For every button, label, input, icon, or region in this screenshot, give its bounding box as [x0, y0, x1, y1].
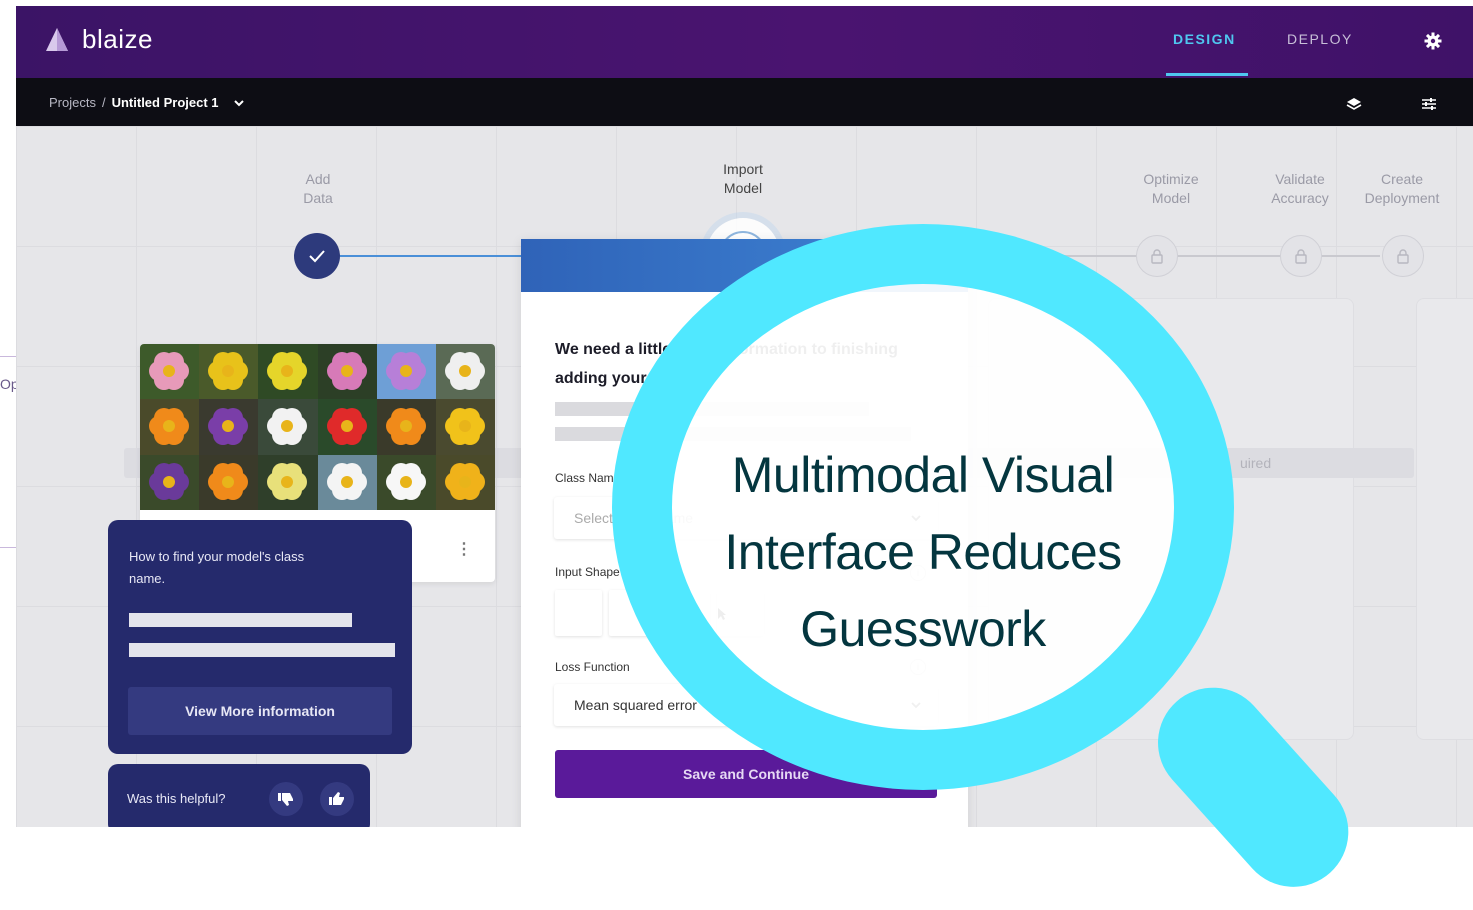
flower-thumbnail — [435, 399, 495, 455]
logo-text: blaize — [82, 24, 153, 54]
step-label-line: Model — [1151, 190, 1191, 206]
flower-thumbnail — [435, 344, 495, 400]
flower-thumbnail — [258, 454, 318, 510]
check-icon — [309, 250, 325, 263]
flower-thumbnail — [199, 399, 259, 455]
headline-line: Multimodal Visual — [731, 447, 1115, 503]
headline-line: Interface Reduces — [724, 524, 1122, 580]
flower-center — [458, 475, 471, 488]
step-optimize-model-label[interactable]: Optimize Model — [1131, 170, 1211, 208]
logo-icon — [46, 27, 68, 51]
breadcrumb: Projects / Untitled Project 1 — [49, 95, 245, 110]
flower-thumbnail — [435, 454, 495, 510]
gear-icon[interactable] — [1424, 32, 1442, 50]
flower-thumbnail — [317, 399, 377, 455]
flower-thumbnail — [376, 344, 436, 400]
step-label-line: Model — [723, 180, 763, 196]
step-connector — [1176, 255, 1280, 257]
locked-step-card — [1416, 298, 1473, 740]
thumbs-down-icon — [278, 793, 293, 806]
feedback-question: Was this helpful? — [127, 791, 226, 806]
flower-center — [399, 475, 412, 488]
flower-thumbnail — [317, 344, 377, 400]
flower-thumbnail — [140, 454, 200, 510]
lock-icon — [1295, 249, 1307, 264]
step-add-data-node[interactable] — [294, 233, 340, 279]
help-card: How to find your model's class name. Vie… — [108, 520, 412, 754]
step-label-line: Data — [303, 190, 333, 206]
step-label-line: Import — [723, 161, 763, 177]
flower-thumbnail — [376, 399, 436, 455]
placeholder-line — [129, 643, 395, 657]
flower-center — [399, 365, 412, 377]
breadcrumb-projects[interactable]: Projects — [49, 95, 96, 110]
breadcrumb-separator: / — [101, 95, 106, 110]
lock-icon — [1151, 249, 1163, 264]
sliders-icon[interactable] — [1421, 97, 1437, 111]
step-add-data-label[interactable]: Add Data — [286, 170, 350, 208]
step-label-line: Add — [305, 171, 331, 187]
flower-center — [340, 475, 353, 488]
top-navigation-bar: blaize DESIGN DEPLOY — [16, 6, 1473, 78]
input-shape-dim-1[interactable] — [555, 590, 602, 636]
page-edge-text: Op — [0, 376, 16, 392]
loss-function-value: Mean squared error — [574, 697, 697, 713]
kebab-icon[interactable]: ⋮ — [456, 539, 472, 559]
active-tab-indicator — [1166, 73, 1248, 76]
step-label-line: Validate — [1275, 171, 1325, 187]
step-label-line: Optimize — [1143, 171, 1199, 187]
logo[interactable]: blaize — [44, 24, 153, 55]
overlay-headline: Multimodal Visual Interface Reduces Gues… — [612, 437, 1234, 668]
tab-deploy[interactable]: DEPLOY — [1287, 31, 1353, 47]
step-optimize-model-node — [1136, 235, 1178, 277]
thumbs-down-button[interactable] — [269, 782, 303, 816]
step-validate-accuracy-node — [1280, 235, 1322, 277]
flower-center — [458, 365, 471, 377]
step-validate-accuracy-label[interactable]: Validate Accuracy — [1260, 170, 1340, 208]
headline-line: Guesswork — [800, 601, 1046, 657]
locked-card-text: uired — [1240, 455, 1272, 471]
flower-center — [163, 475, 175, 488]
layers-icon[interactable] — [1346, 97, 1362, 111]
thumbs-up-button[interactable] — [320, 782, 354, 816]
flower-thumbnail — [317, 454, 377, 510]
tab-design[interactable]: DESIGN — [1173, 31, 1236, 47]
flower-thumbnail — [140, 344, 200, 400]
dataset-thumbnail-grid — [140, 344, 495, 510]
flower-thumbnail — [199, 454, 259, 510]
flower-center — [340, 420, 353, 433]
feedback-card: Was this helpful? — [108, 764, 370, 827]
step-create-deployment-node — [1382, 235, 1424, 277]
chevron-down-icon[interactable] — [233, 97, 245, 109]
flower-center — [163, 365, 175, 377]
flower-center — [340, 365, 353, 377]
help-title: How to find your model's class name. — [129, 549, 305, 586]
placeholder-line — [129, 613, 352, 627]
view-more-information-button[interactable]: View More information — [128, 687, 392, 735]
step-import-model-label[interactable]: Import Model — [706, 160, 780, 198]
input-shape-label: Input Shape — [555, 565, 620, 579]
step-label-line: Deployment — [1364, 190, 1440, 206]
step-connector — [1320, 255, 1380, 257]
step-label-line: Accuracy — [1271, 190, 1329, 206]
flower-thumbnail — [258, 399, 318, 455]
flower-center — [222, 475, 235, 488]
breadcrumb-bar: Projects / Untitled Project 1 — [16, 78, 1473, 126]
flower-thumbnail — [258, 344, 318, 400]
class-name-label: Class Name — [555, 471, 621, 485]
flower-center — [399, 420, 412, 433]
thumbs-up-icon — [329, 792, 344, 805]
flower-center — [281, 475, 294, 488]
lock-icon — [1397, 249, 1409, 264]
step-create-deployment-label[interactable]: Create Deployment — [1352, 170, 1452, 208]
flower-thumbnail — [376, 454, 436, 510]
step-label-line: Create — [1380, 171, 1424, 187]
breadcrumb-current-project[interactable]: Untitled Project 1 — [112, 95, 219, 110]
flower-thumbnail — [140, 399, 200, 455]
flower-thumbnail — [199, 344, 259, 400]
